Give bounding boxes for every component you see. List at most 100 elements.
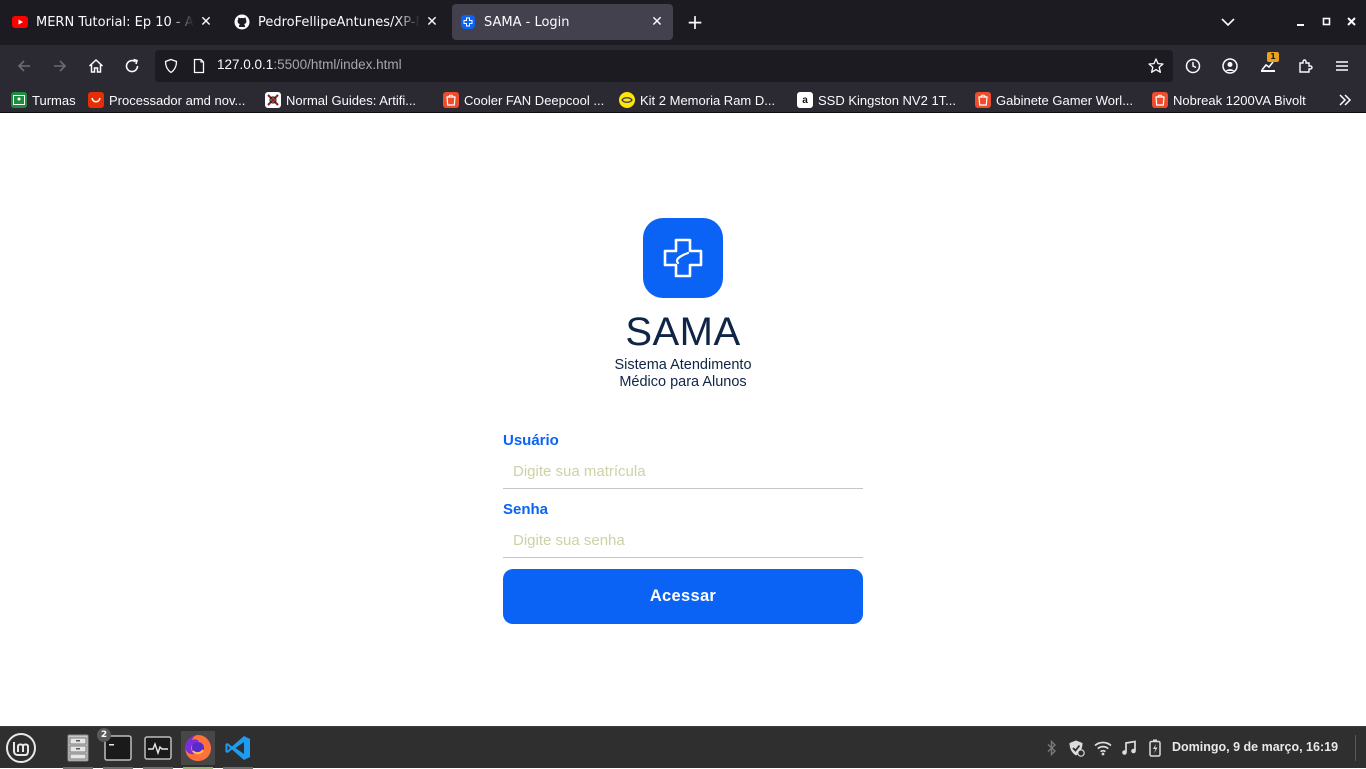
google-classroom-icon (11, 92, 27, 108)
username-input[interactable] (503, 455, 863, 489)
tab-sama-login[interactable]: SAMA - Login ✕ (452, 4, 673, 40)
password-label: Senha (503, 501, 549, 518)
reload-button[interactable] (120, 54, 144, 78)
close-tab-icon[interactable]: ✕ (198, 14, 214, 30)
login-button[interactable]: Acessar (503, 569, 863, 624)
extension-badge: 1 (1267, 52, 1279, 62)
new-tab-button[interactable]: + (683, 10, 707, 34)
vscode-app-button[interactable] (221, 731, 255, 769)
close-tab-icon[interactable]: ✕ (649, 14, 665, 30)
history-button[interactable] (1181, 54, 1205, 78)
bookmark-item[interactable]: Cooler FAN Deepcool ... (443, 91, 604, 109)
system-monitor-icon (144, 736, 172, 760)
chevron-down-icon (1221, 18, 1235, 27)
tab-strip: MERN Tutorial: Ep 10 - Auth ✕ PedroFelli… (0, 0, 1366, 45)
login-page: SAMA Sistema Atendimento Médico para Alu… (0, 114, 1366, 726)
battery-charging-icon[interactable] (1146, 739, 1164, 757)
arrow-left-icon (17, 60, 30, 72)
bookmark-label: Cooler FAN Deepcool ... (464, 92, 605, 108)
page-info-icon[interactable] (191, 58, 207, 74)
bookmark-label: Kit 2 Memoria Ram D... (640, 92, 776, 108)
file-cabinet-icon (67, 734, 89, 762)
navigation-toolbar: 127.0.0.1:5500/html/index.html 1 (0, 45, 1366, 87)
address-bar[interactable]: 127.0.0.1:5500/html/index.html (155, 50, 1173, 82)
linux-mint-icon (6, 733, 36, 763)
double-chevron-right-icon (1339, 94, 1352, 106)
terminal-app-button[interactable]: 2 (97, 728, 135, 769)
tracking-protection-icon[interactable] (163, 58, 179, 74)
bookmark-label: Gabinete Gamer Worl... (996, 92, 1134, 108)
username-label: Usuário (503, 432, 559, 449)
app-menu-button[interactable] (1330, 54, 1354, 78)
youtube-icon (12, 14, 28, 30)
update-shield-icon[interactable] (1067, 739, 1085, 757)
shopee-icon (443, 92, 459, 108)
more-bookmarks-button[interactable] (1336, 91, 1354, 109)
sama-logo (643, 218, 723, 298)
bluetooth-icon[interactable] (1043, 739, 1061, 757)
shopee-icon (975, 92, 991, 108)
aliexpress-icon (88, 92, 104, 108)
minimize-window-button[interactable] (1293, 14, 1309, 30)
bookmark-item[interactable]: Processador amd nov... (88, 91, 245, 109)
maximize-window-button[interactable] (1319, 14, 1335, 30)
bookmark-item[interactable]: a SSD Kingston NV2 1T... (797, 91, 956, 109)
extensions-button[interactable] (1294, 54, 1318, 78)
bookmark-item[interactable]: Kit 2 Memoria Ram D... (619, 91, 775, 109)
extension-button[interactable]: 1 (1257, 52, 1281, 78)
bookmark-label: Processador amd nov... (109, 92, 246, 108)
app-title: SAMA (625, 310, 741, 354)
firefox-icon (185, 735, 211, 761)
bookmark-item[interactable]: Normal Guides: Artifi... (265, 91, 416, 109)
minimize-icon (1297, 24, 1304, 26)
back-button[interactable] (12, 54, 36, 78)
window-count-badge: 2 (97, 728, 111, 742)
files-app-button[interactable] (61, 731, 95, 769)
tab-title: SAMA - Login (484, 14, 570, 30)
close-tab-icon[interactable]: ✕ (424, 14, 440, 30)
tab-github-repo[interactable]: PedroFellipeAntunes/XP-N2 ✕ (226, 4, 448, 40)
sama-favicon (460, 14, 476, 30)
taskbar-clock[interactable]: Domingo, 9 de março, 16:19 (1172, 740, 1338, 754)
maximize-icon (1322, 17, 1331, 26)
home-button[interactable] (84, 54, 108, 78)
close-window-button[interactable] (1344, 14, 1360, 30)
wifi-icon[interactable] (1094, 739, 1112, 757)
url-path: :5500/html/index.html (273, 57, 402, 72)
bookmark-label: SSD Kingston NV2 1T... (818, 92, 957, 108)
tab-title: MERN Tutorial: Ep 10 - Auth (36, 14, 194, 30)
system-taskbar: 2 Domingo, 9 de março, 16:19 (0, 726, 1366, 769)
list-all-tabs-button[interactable] (1218, 12, 1238, 32)
subtitle-line: Médico para Alunos (619, 374, 747, 390)
start-menu-button[interactable] (4, 731, 38, 765)
url-text: 127.0.0.1:5500/html/index.html (217, 57, 402, 72)
arrow-right-icon (54, 60, 67, 72)
subtitle-line: Sistema Atendimento (614, 357, 752, 373)
medical-cross-icon (663, 238, 703, 278)
tab-title: PedroFellipeAntunes/XP-N2 (258, 14, 420, 30)
bookmark-item[interactable]: Turmas (11, 91, 76, 109)
system-monitor-app-button[interactable] (141, 731, 175, 769)
show-desktop-button[interactable] (1355, 735, 1361, 761)
account-icon (1222, 58, 1238, 74)
account-button[interactable] (1218, 54, 1242, 78)
bookmark-item[interactable]: Nobreak 1200VA Bivolt (1152, 91, 1306, 109)
password-input[interactable] (503, 524, 863, 558)
mercadolivre-icon (619, 92, 635, 108)
bookmark-label: Turmas (32, 92, 76, 108)
url-host: 127.0.0.1 (217, 57, 274, 72)
bookmark-item[interactable]: Gabinete Gamer Worl... (975, 91, 1133, 109)
firefox-app-button[interactable] (181, 731, 215, 769)
tab-mern-tutorial[interactable]: MERN Tutorial: Ep 10 - Auth ✕ (4, 4, 222, 40)
hamburger-menu-icon (1336, 61, 1348, 71)
clock-icon (1185, 58, 1201, 74)
sound-music-icon[interactable] (1120, 739, 1138, 757)
forward-button[interactable] (48, 54, 72, 78)
bookmark-star-icon[interactable] (1147, 57, 1165, 75)
close-icon (1347, 17, 1356, 26)
app-subtitle: Sistema Atendimento Médico para Alunos (0, 357, 1366, 391)
normal-guides-icon (265, 92, 281, 108)
bookmark-label: Nobreak 1200VA Bivolt (1173, 92, 1306, 108)
vscode-icon (225, 736, 250, 760)
amazon-icon: a (797, 92, 813, 108)
